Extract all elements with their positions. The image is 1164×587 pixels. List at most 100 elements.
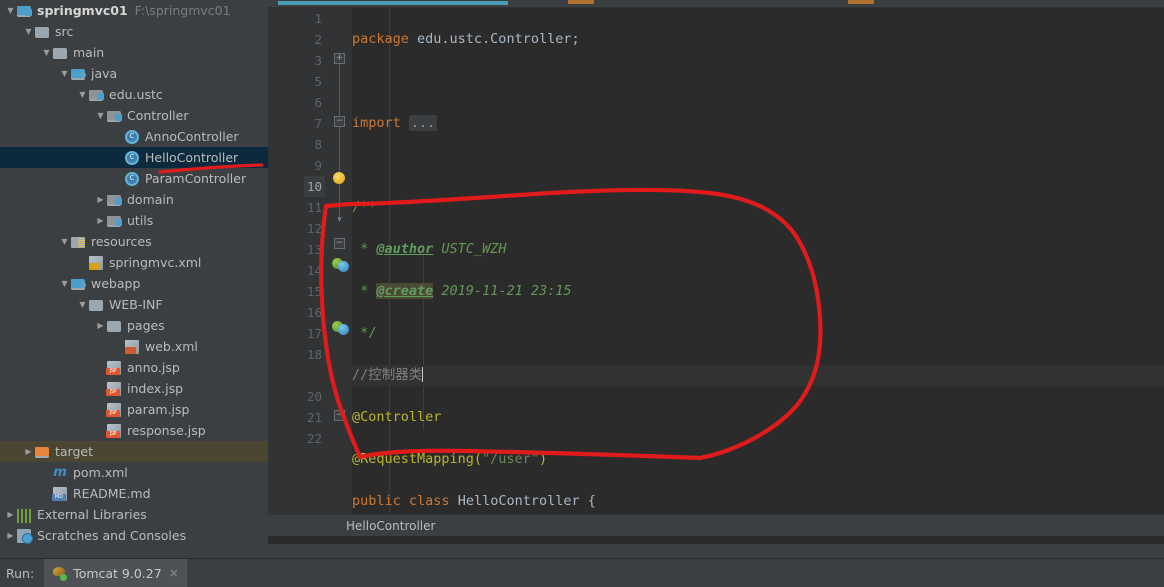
line-number-9[interactable]: 9	[314, 155, 322, 176]
line-number-7[interactable]: 7	[314, 113, 322, 134]
tab-marker-1	[568, 0, 594, 4]
folded-import-placeholder[interactable]: ...	[408, 115, 438, 131]
chevron-right-icon[interactable]: ▶	[94, 321, 107, 330]
annotation-requestmapping-class: @RequestMapping(	[352, 451, 483, 467]
tree-item-param-jsp[interactable]: ▶param.jsp	[0, 399, 268, 420]
tree-item-readme-md[interactable]: ▶README.md	[0, 483, 268, 504]
chevron-down-icon[interactable]: ▼	[76, 90, 89, 99]
chevron-down-icon[interactable]: ▼	[4, 6, 17, 15]
chevron-right-icon[interactable]: ▶	[94, 195, 107, 204]
run-tool-window-bar[interactable]: Run: Tomcat 9.0.27 ×	[0, 558, 1164, 587]
tree-item-pom-xml[interactable]: ▶m pom.xml	[0, 462, 268, 483]
folder-icon-glyph	[89, 299, 103, 311]
tree-item-edu-ustc[interactable]: ▼ edu.ustc	[0, 84, 268, 105]
tree-item-external-libraries[interactable]: ▶ External Libraries	[0, 504, 268, 525]
tree-item-java[interactable]: ▼ java	[0, 63, 268, 84]
line-number-5[interactable]: 5	[314, 71, 322, 92]
fold-toggle-javadoc-icon[interactable]: −	[334, 116, 345, 127]
fold-toggle-import-icon[interactable]: +	[334, 53, 345, 64]
editor-breadcrumb-bar[interactable]: HelloController	[268, 514, 1164, 536]
tree-item-webapp[interactable]: ▼ webapp	[0, 273, 268, 294]
line-number-12[interactable]: 12	[307, 218, 322, 239]
chevron-down-icon[interactable]: ▼	[22, 27, 35, 36]
project-tree-panel[interactable]: ▼ springmvc01 F:\springmvc01 ▼ src ▼ main ▼ java…	[0, 0, 268, 558]
tree-item-pages[interactable]: ▶ pages	[0, 315, 268, 336]
tree-item-main[interactable]: ▼ main	[0, 42, 268, 63]
line-number-1[interactable]: 1	[314, 8, 322, 29]
code-line-13[interactable]: public class HelloController {	[352, 491, 1164, 512]
fold-toggle-method-end-icon[interactable]: −	[334, 410, 345, 421]
run-tab-tomcat[interactable]: Tomcat 9.0.27 ×	[44, 558, 187, 587]
code-line-7[interactable]: * @author USTC_WZH	[352, 239, 1164, 260]
line-number-10[interactable]: 10	[303, 176, 325, 197]
tree-item-target[interactable]: ▶ target	[0, 441, 268, 462]
code-line-6[interactable]: /**	[352, 197, 1164, 218]
line-number-15[interactable]: 15	[307, 281, 322, 302]
spring-mapping-marker-icon[interactable]	[332, 321, 349, 335]
code-line-8[interactable]: * @create 2019-11-21 23:15	[352, 281, 1164, 302]
comment-controller-class: //控制器类	[352, 367, 423, 383]
fold-toggle-reqmap-icon[interactable]: −	[334, 238, 345, 249]
line-number-20[interactable]: 20	[307, 386, 322, 407]
code-line-2[interactable]	[352, 71, 1164, 92]
chevron-down-icon[interactable]: ▼	[94, 111, 107, 120]
chevron-down-icon[interactable]: ▼	[58, 237, 71, 246]
chevron-right-icon[interactable]: ▶	[4, 510, 17, 519]
chevron-right-icon[interactable]: ▶	[94, 216, 107, 225]
chevron-right-icon[interactable]: ▶	[22, 447, 35, 456]
line-number-11[interactable]: 11	[307, 197, 322, 218]
line-number-6[interactable]: 6	[314, 92, 322, 113]
tree-item-paramcontroller[interactable]: ▶ ParamController	[0, 168, 268, 189]
line-number-22[interactable]: 22	[307, 428, 322, 449]
line-number-13[interactable]: 13	[307, 239, 322, 260]
line-number-16[interactable]: 16	[307, 302, 322, 323]
tree-item-resources[interactable]: ▼ resources	[0, 231, 268, 252]
editor-tab-strip[interactable]	[268, 0, 1164, 8]
tree-item-src[interactable]: ▼ src	[0, 21, 268, 42]
scratches-icon-glyph	[17, 528, 33, 544]
code-line-5[interactable]	[352, 155, 1164, 176]
gutter-markers[interactable]: + − ▾ − ▾ −	[330, 8, 352, 536]
spring-bean-marker-icon[interactable]	[332, 258, 349, 272]
intention-bulb-icon[interactable]	[333, 172, 345, 184]
tree-item-anno-jsp[interactable]: ▶anno.jsp	[0, 357, 268, 378]
tree-item-controller[interactable]: ▼ Controller	[0, 105, 268, 126]
line-number-gutter[interactable]: 1 2 3 5 6 7 8 9 10 11 12 13 14 15 16 17 18 19 20 21 22	[268, 8, 330, 536]
tree-item-response-jsp[interactable]: ▶response.jsp	[0, 420, 268, 441]
tree-item-springmvc-xml[interactable]: ▶ springmvc.xml	[0, 252, 268, 273]
tree-item-web-xml[interactable]: ▶ web.xml	[0, 336, 268, 357]
code-line-9[interactable]: */	[352, 323, 1164, 344]
tree-item-utils[interactable]: ▶ utils	[0, 210, 268, 231]
line-number-17[interactable]: 17	[307, 323, 322, 344]
tree-item-web-inf[interactable]: ▼ WEB-INF	[0, 294, 268, 315]
close-icon[interactable]: ×	[169, 566, 179, 580]
chevron-down-icon[interactable]: ▼	[58, 279, 71, 288]
code-line-10[interactable]: //控制器类	[352, 365, 1164, 386]
chevron-down-icon[interactable]: ▼	[76, 300, 89, 309]
code-text-area[interactable]: package edu.ustc.Controller; import ... …	[352, 8, 1164, 587]
line-number-14[interactable]: 14	[307, 260, 322, 281]
fold-toggle-controller-icon[interactable]: ▾	[334, 216, 345, 227]
breadcrumb-hellocontroller[interactable]: HelloController	[346, 519, 435, 533]
chevron-down-icon[interactable]: ▼	[40, 48, 53, 57]
code-line-12[interactable]: @RequestMapping("/user")	[352, 449, 1164, 470]
code-line-3[interactable]: import ...	[352, 113, 1164, 134]
tree-item-domain[interactable]: ▶ domain	[0, 189, 268, 210]
line-number-3[interactable]: 3	[314, 50, 322, 71]
tree-item-hellocontroller[interactable]: ▶ HelloController	[0, 147, 268, 168]
chevron-right-icon[interactable]: ▶	[4, 531, 17, 540]
chevron-down-icon[interactable]: ▼	[58, 69, 71, 78]
line-number-18[interactable]: 18	[307, 344, 322, 365]
tree-item-springmvc01[interactable]: ▼ springmvc01 F:\springmvc01	[0, 0, 268, 21]
line-number-2[interactable]: 2	[314, 29, 322, 50]
line-number-8[interactable]: 8	[314, 134, 322, 155]
tree-item-scratches-and-consoles[interactable]: ▶ Scratches and Consoles	[0, 525, 268, 546]
tree-item-index-jsp[interactable]: ▶index.jsp	[0, 378, 268, 399]
javadoc-create-value: 2019-11-21 23:15	[433, 283, 572, 299]
line-number-21[interactable]: 21	[307, 407, 322, 428]
no-chevron-spacer: ▶	[112, 343, 125, 351]
code-line-11[interactable]: @Controller	[352, 407, 1164, 428]
line-number-19[interactable]: 19	[307, 365, 322, 386]
code-line-1[interactable]: package edu.ustc.Controller;	[352, 29, 1164, 50]
tree-item-annocontroller[interactable]: ▶ AnnoController	[0, 126, 268, 147]
